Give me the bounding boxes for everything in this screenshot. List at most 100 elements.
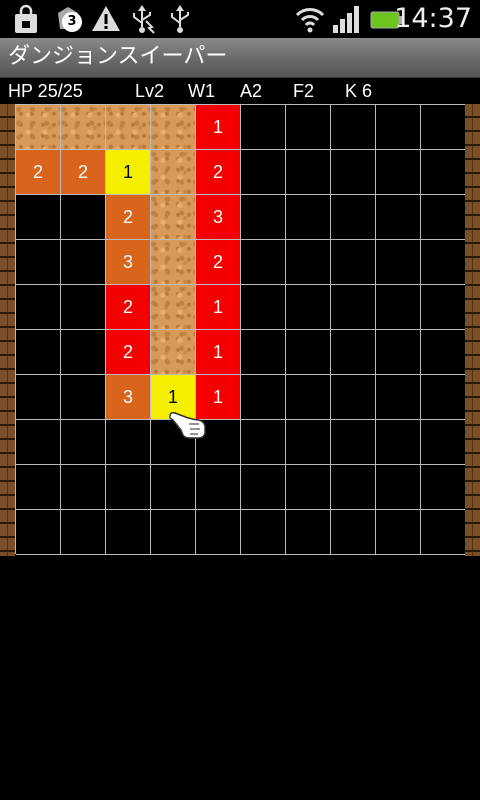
- board-cell[interactable]: 2: [106, 285, 151, 330]
- board-cell[interactable]: [331, 330, 376, 375]
- board-cell[interactable]: [286, 375, 331, 420]
- board-cell[interactable]: [286, 420, 331, 465]
- board-cell[interactable]: [286, 150, 331, 195]
- board-cell[interactable]: [331, 105, 376, 150]
- board-cell[interactable]: [61, 375, 106, 420]
- board-cell[interactable]: [61, 465, 106, 510]
- board-cell[interactable]: 1: [196, 330, 241, 375]
- board-cell[interactable]: [61, 240, 106, 285]
- board-cell[interactable]: [16, 195, 61, 240]
- board-cell[interactable]: [331, 465, 376, 510]
- board-cell[interactable]: [151, 510, 196, 555]
- board-cell[interactable]: [151, 285, 196, 330]
- board-cell[interactable]: 3: [196, 195, 241, 240]
- board-cell[interactable]: [106, 420, 151, 465]
- board-cell[interactable]: [421, 420, 466, 465]
- board-cell[interactable]: [421, 195, 466, 240]
- board-cell[interactable]: [376, 105, 421, 150]
- board-cell[interactable]: [151, 195, 196, 240]
- board-cell[interactable]: [421, 510, 466, 555]
- board-cell[interactable]: [151, 465, 196, 510]
- board-cell[interactable]: 2: [106, 195, 151, 240]
- board-cell[interactable]: [286, 195, 331, 240]
- board-cell[interactable]: 2: [16, 150, 61, 195]
- board-cell[interactable]: [421, 465, 466, 510]
- board-cell[interactable]: [421, 105, 466, 150]
- board-cell[interactable]: [241, 105, 286, 150]
- floor-stat: F2: [293, 81, 315, 101]
- board-cell[interactable]: [376, 285, 421, 330]
- board-cell[interactable]: [286, 510, 331, 555]
- board-cell[interactable]: [61, 510, 106, 555]
- board-cell[interactable]: 1: [196, 105, 241, 150]
- board-cell[interactable]: [331, 195, 376, 240]
- board-cell[interactable]: [16, 240, 61, 285]
- board-cell[interactable]: 3: [106, 240, 151, 285]
- board-cell[interactable]: [151, 330, 196, 375]
- board-cell[interactable]: 3: [106, 375, 151, 420]
- board-cell[interactable]: [241, 375, 286, 420]
- board-cell[interactable]: [151, 150, 196, 195]
- board-cell[interactable]: [241, 510, 286, 555]
- board-cell[interactable]: [376, 375, 421, 420]
- board-cell[interactable]: [376, 420, 421, 465]
- board-cell[interactable]: 2: [61, 150, 106, 195]
- board-cell[interactable]: [61, 285, 106, 330]
- board-cell[interactable]: 2: [196, 150, 241, 195]
- board-cell[interactable]: [151, 105, 196, 150]
- board-cell[interactable]: 2: [106, 330, 151, 375]
- board-cell[interactable]: [286, 105, 331, 150]
- board-cell[interactable]: [376, 150, 421, 195]
- board-cell[interactable]: [16, 105, 61, 150]
- board-cell[interactable]: [16, 420, 61, 465]
- board-cell[interactable]: [376, 195, 421, 240]
- board-cell[interactable]: [421, 285, 466, 330]
- board-cell[interactable]: [16, 330, 61, 375]
- board-cell[interactable]: [376, 330, 421, 375]
- board-cell[interactable]: [286, 465, 331, 510]
- shopping-bag-icon: [15, 4, 37, 33]
- game-board[interactable]: 1221223322121311: [15, 104, 466, 555]
- board-cell[interactable]: [331, 285, 376, 330]
- board-cell[interactable]: [106, 105, 151, 150]
- board-cell[interactable]: [376, 465, 421, 510]
- board-cell[interactable]: [241, 240, 286, 285]
- board-cell[interactable]: [61, 195, 106, 240]
- board-cell[interactable]: [376, 510, 421, 555]
- board-cell[interactable]: [286, 330, 331, 375]
- board-cell[interactable]: [421, 240, 466, 285]
- board-cell[interactable]: [196, 465, 241, 510]
- board-cell[interactable]: [331, 510, 376, 555]
- board-cell[interactable]: [286, 285, 331, 330]
- board-cell[interactable]: [16, 375, 61, 420]
- board-cell[interactable]: [241, 465, 286, 510]
- board-cell[interactable]: [241, 195, 286, 240]
- board-cell[interactable]: [331, 240, 376, 285]
- board-cell[interactable]: [61, 420, 106, 465]
- board-cell[interactable]: [241, 330, 286, 375]
- board-cell[interactable]: [331, 150, 376, 195]
- board-cell[interactable]: [331, 420, 376, 465]
- board-cell[interactable]: [16, 465, 61, 510]
- board-cell[interactable]: [331, 375, 376, 420]
- board-cell[interactable]: [16, 510, 61, 555]
- board-cell[interactable]: [421, 330, 466, 375]
- board-cell[interactable]: [151, 240, 196, 285]
- weapon-stat: W1: [188, 81, 215, 101]
- board-cell[interactable]: 2: [196, 240, 241, 285]
- board-cell[interactable]: [241, 285, 286, 330]
- board-cell[interactable]: [106, 510, 151, 555]
- board-cell[interactable]: 1: [106, 150, 151, 195]
- board-cell[interactable]: [286, 240, 331, 285]
- board-cell[interactable]: [241, 420, 286, 465]
- board-cell[interactable]: [196, 510, 241, 555]
- board-cell[interactable]: [106, 465, 151, 510]
- board-cell[interactable]: [376, 240, 421, 285]
- board-cell[interactable]: [16, 285, 61, 330]
- board-cell[interactable]: [421, 375, 466, 420]
- board-cell[interactable]: 1: [196, 285, 241, 330]
- board-cell[interactable]: [61, 105, 106, 150]
- board-cell[interactable]: [61, 330, 106, 375]
- board-cell[interactable]: [421, 150, 466, 195]
- board-cell[interactable]: [241, 150, 286, 195]
